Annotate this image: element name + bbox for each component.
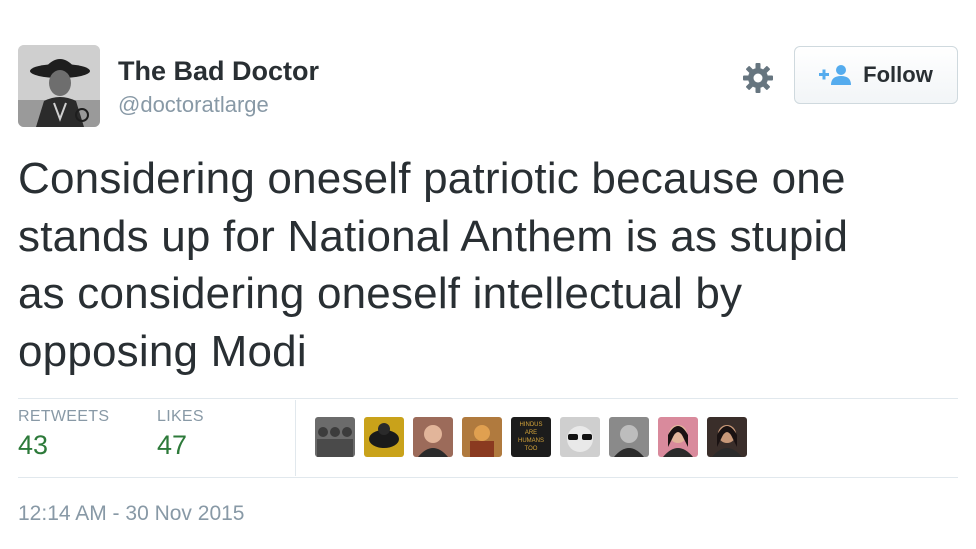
retweets-count: 43 bbox=[18, 430, 49, 460]
liker-avatar-9[interactable] bbox=[707, 417, 747, 457]
user-handle[interactable]: @doctoratlarge bbox=[118, 92, 269, 118]
liker-avatar-7[interactable] bbox=[609, 417, 649, 457]
painting-icon bbox=[462, 417, 502, 457]
display-name[interactable]: The Bad Doctor bbox=[118, 56, 319, 87]
likes-label: LIKES bbox=[157, 408, 204, 425]
tweet-text-line: stands up for National Anthem is as stup… bbox=[18, 211, 849, 261]
man-portrait-bw-icon bbox=[609, 417, 649, 457]
text-image-icon: HINDUS ARE HUMANS TOO bbox=[511, 417, 551, 457]
liker-avatar-3[interactable] bbox=[413, 417, 453, 457]
tweet-timestamp[interactable]: 12:14 AM - 30 Nov 2015 bbox=[18, 502, 244, 526]
follow-button[interactable]: Follow bbox=[794, 46, 958, 104]
avatar-text-line: ARE bbox=[525, 430, 537, 436]
avatar-image bbox=[18, 45, 100, 127]
sunglasses-face-icon bbox=[560, 417, 600, 457]
follow-label: Follow bbox=[863, 62, 933, 87]
add-user-icon bbox=[819, 65, 852, 85]
avatar-text-line: HUMANS bbox=[518, 438, 544, 444]
liker-avatar-1[interactable] bbox=[315, 417, 355, 457]
tweet-card: The Bad Doctor @doctoratlarge Follow Con… bbox=[0, 0, 976, 549]
tweet-text-line: Considering oneself patriotic because on… bbox=[18, 154, 846, 203]
retweets-stat[interactable]: RETWEETS 43 bbox=[18, 408, 109, 461]
liker-avatar-5[interactable]: HINDUS ARE HUMANS TOO bbox=[511, 417, 551, 457]
woman-portrait-dark-icon bbox=[707, 417, 747, 457]
likes-stat[interactable]: LIKES 47 bbox=[157, 408, 204, 461]
liker-avatar-2[interactable] bbox=[364, 417, 404, 457]
tweet-text: Considering oneself patriotic because on… bbox=[18, 150, 958, 380]
liker-avatar-4[interactable] bbox=[462, 417, 502, 457]
gear-icon[interactable] bbox=[740, 60, 776, 96]
liker-avatar-8[interactable] bbox=[658, 417, 698, 457]
group-photo-icon bbox=[315, 417, 355, 457]
stats-separator bbox=[295, 400, 296, 476]
divider-bottom bbox=[18, 477, 958, 478]
tweet-text-line: opposing Modi bbox=[18, 326, 307, 376]
liker-avatar-6[interactable] bbox=[560, 417, 600, 457]
avatar-text-line: TOO bbox=[525, 446, 538, 452]
woman-portrait-icon bbox=[658, 417, 698, 457]
likes-count: 47 bbox=[157, 430, 188, 460]
avatar-text-line: HINDUS bbox=[519, 422, 542, 428]
liker-avatars: HINDUS ARE HUMANS TOO bbox=[315, 417, 747, 457]
tweet-text-line: as considering oneself intellectual by bbox=[18, 269, 743, 318]
batman-emblem-icon bbox=[364, 417, 404, 457]
retweets-label: RETWEETS bbox=[18, 408, 110, 425]
profile-avatar[interactable] bbox=[18, 45, 100, 127]
man-portrait-icon bbox=[413, 417, 453, 457]
divider-top bbox=[18, 398, 958, 399]
